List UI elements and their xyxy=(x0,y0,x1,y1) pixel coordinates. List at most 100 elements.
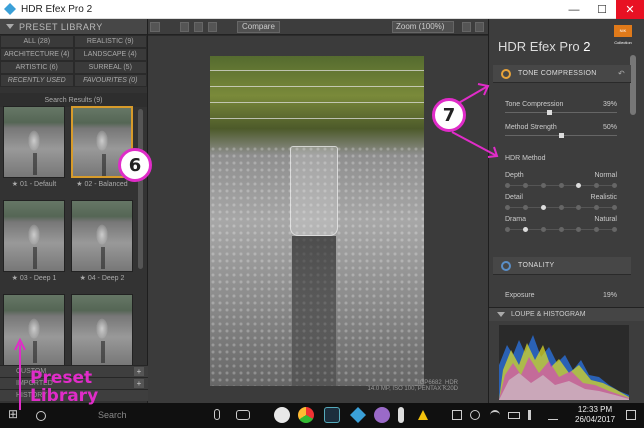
selector-dot[interactable] xyxy=(594,227,600,232)
tray-icon[interactable] xyxy=(470,410,480,420)
loupe-toggle-icon[interactable] xyxy=(462,22,471,32)
library-toggle-icon[interactable] xyxy=(150,22,160,32)
photo-preview[interactable] xyxy=(210,56,424,386)
single-view-icon[interactable] xyxy=(180,22,189,32)
windows-taskbar: ⊞ Search 12:33 PM 26/04/2017 xyxy=(0,403,644,428)
library-scrollbar[interactable] xyxy=(138,109,143,269)
selector-dot[interactable] xyxy=(612,183,617,188)
selector-right-label: Natural xyxy=(594,216,617,223)
battery-icon[interactable] xyxy=(508,412,520,419)
tonality-header[interactable]: TONALITY xyxy=(493,257,631,275)
photos-app-icon[interactable] xyxy=(274,407,290,423)
clock[interactable]: 12:33 PM 26/04/2017 xyxy=(575,405,615,425)
close-button[interactable]: ✕ xyxy=(616,0,644,19)
exposure-slider[interactable]: Exposure 19% xyxy=(505,292,617,299)
selector-dot[interactable] xyxy=(594,205,600,210)
app-icon[interactable] xyxy=(374,407,390,423)
selector-dot-active[interactable] xyxy=(540,205,546,210)
slider-knob[interactable] xyxy=(546,110,552,115)
selector-dot[interactable] xyxy=(612,227,617,232)
search-icon[interactable] xyxy=(36,411,46,421)
preset-thumb[interactable]: ★ 03 - Deep 1 xyxy=(2,199,66,289)
category-recently-used[interactable]: RECENTLY USED xyxy=(0,74,74,87)
slider-knob[interactable] xyxy=(558,133,564,138)
selector-track[interactable] xyxy=(505,183,617,188)
category-realistic[interactable]: REALISTIC (9) xyxy=(73,35,147,48)
add-icon[interactable]: + xyxy=(134,379,144,388)
selector-dot[interactable] xyxy=(540,183,546,188)
maximize-button[interactable]: ☐ xyxy=(588,0,616,19)
tone-compression-slider[interactable]: Tone Compression 39% xyxy=(505,101,617,115)
selector-dot-active[interactable] xyxy=(522,227,528,232)
task-view-icon[interactable] xyxy=(236,410,250,420)
drama-selector[interactable]: Drama Natural xyxy=(505,216,617,232)
selector-dot[interactable] xyxy=(505,183,510,188)
category-artistic[interactable]: ARTISTIC (6) xyxy=(0,61,74,74)
railing-wire xyxy=(210,86,424,87)
selector-dot[interactable] xyxy=(558,227,564,232)
image-preview-area: _IGP6682_HDR 14.0 MP, ISO 100, PENTAX K2… xyxy=(148,36,488,403)
category-surreal[interactable]: SURREAL (5) xyxy=(73,61,147,74)
zoom-dropdown[interactable]: Zoom (100%) xyxy=(392,21,454,33)
selector-dot[interactable] xyxy=(505,227,510,232)
selector-dot[interactable] xyxy=(558,205,564,210)
depth-selector[interactable]: Depth Normal xyxy=(505,172,617,188)
selector-dot-active[interactable] xyxy=(576,183,582,188)
undo-icon[interactable]: ↶ xyxy=(618,69,625,78)
railing-wire xyxy=(210,102,424,103)
warning-icon[interactable] xyxy=(418,410,428,420)
search-box[interactable]: Search xyxy=(98,410,127,420)
minimize-button[interactable]: — xyxy=(560,0,588,19)
wifi-icon[interactable] xyxy=(490,410,500,420)
selector-dot[interactable] xyxy=(612,205,617,210)
category-architecture[interactable]: ARCHITECTURE (4) xyxy=(0,48,74,61)
selector-track[interactable] xyxy=(505,227,617,232)
tray-icon[interactable] xyxy=(452,410,462,420)
selector-dot[interactable] xyxy=(558,183,564,188)
start-button[interactable]: ⊞ xyxy=(8,407,24,423)
preset-thumb[interactable]: ★ 04 - Deep 2 xyxy=(70,199,134,289)
selector-dot[interactable] xyxy=(522,183,528,188)
volume-icon[interactable] xyxy=(528,410,538,420)
chrome-icon[interactable] xyxy=(298,407,314,423)
hdr-efex-taskbar-icon[interactable] xyxy=(350,407,366,423)
tone-compression-section: TONE COMPRESSION ↶ xyxy=(493,65,631,83)
collapse-triangle-icon xyxy=(497,312,505,317)
selector-dot[interactable] xyxy=(540,227,546,232)
panel-scrollbar[interactable] xyxy=(630,55,636,115)
category-favourites[interactable]: FAVOURITES (0) xyxy=(73,74,147,87)
pen-icon[interactable] xyxy=(548,410,558,420)
slider-track[interactable] xyxy=(505,112,617,113)
background-icon[interactable] xyxy=(475,22,484,32)
split-view-icon[interactable] xyxy=(194,22,203,32)
selector-track[interactable] xyxy=(505,205,617,210)
tonality-section: TONALITY xyxy=(493,257,631,275)
preset-name: ★ 02 - Balanced xyxy=(76,181,128,188)
preview-toolbar: Compare Zoom (100%) xyxy=(148,19,488,35)
lightroom-icon[interactable] xyxy=(324,407,340,423)
selector-dot[interactable] xyxy=(594,183,600,188)
selector-dot[interactable] xyxy=(576,227,582,232)
app-icon[interactable] xyxy=(398,407,404,423)
slider-value: 19% xyxy=(602,292,617,299)
app-icon xyxy=(4,3,16,15)
category-landscape[interactable]: LANDSCAPE (4) xyxy=(73,48,147,61)
notifications-icon[interactable] xyxy=(626,410,636,420)
detail-selector[interactable]: Detail Realistic xyxy=(505,194,617,210)
microphone-icon[interactable] xyxy=(214,409,220,420)
side-by-side-icon[interactable] xyxy=(208,22,217,32)
preset-thumb[interactable]: ★ 01 - Default xyxy=(2,105,66,195)
method-strength-slider[interactable]: Method Strength 50% xyxy=(505,124,617,138)
add-icon[interactable]: + xyxy=(134,367,144,376)
compare-button[interactable]: Compare xyxy=(237,21,280,33)
preset-preview-image xyxy=(71,294,133,366)
brand-title: HDR Efex Pro 2 xyxy=(498,39,591,54)
category-all[interactable]: ALL (28) xyxy=(0,35,74,48)
tone-compression-header[interactable]: TONE COMPRESSION ↶ xyxy=(493,65,631,83)
preset-library-header[interactable]: PRESET LIBRARY xyxy=(0,19,147,35)
selector-dot[interactable] xyxy=(505,205,510,210)
tonality-icon xyxy=(501,260,511,271)
selector-dot[interactable] xyxy=(576,205,582,210)
selector-dot[interactable] xyxy=(522,205,528,210)
loupe-histogram-header[interactable]: LOUPE & HISTOGRAM xyxy=(489,307,644,321)
